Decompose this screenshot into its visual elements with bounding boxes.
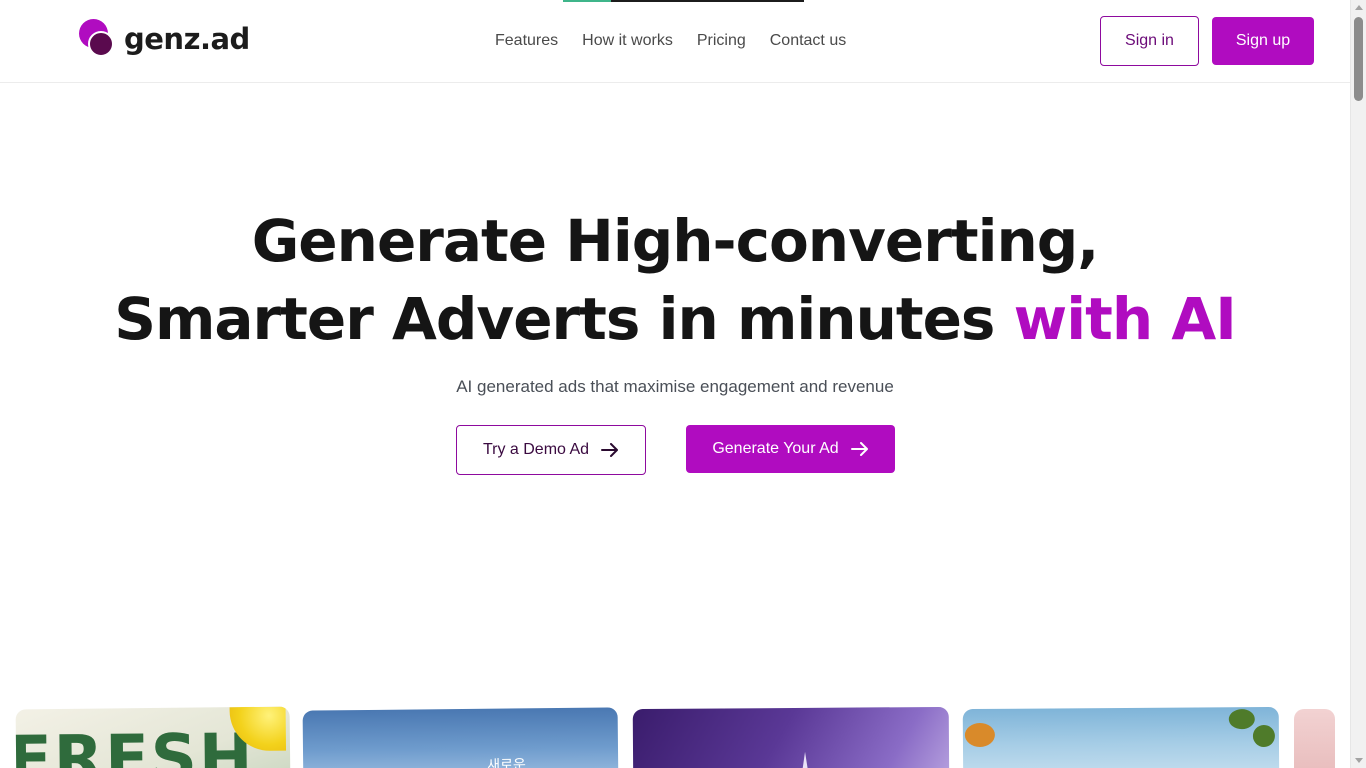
- hero-title-line1: Generate High-converting,: [251, 207, 1100, 275]
- arrow-right-icon: [850, 442, 868, 456]
- scroll-up-icon[interactable]: [1355, 5, 1363, 10]
- scrollbar-thumb[interactable]: [1354, 17, 1363, 101]
- green-foliage-image: [1252, 724, 1275, 748]
- generate-your-ad-button[interactable]: Generate Your Ad: [686, 425, 895, 473]
- sign-up-button[interactable]: Sign up: [1212, 17, 1314, 65]
- hero-title-line2: Smarter Adverts in minutes with AI: [0, 280, 1350, 358]
- light-beam-image: [799, 751, 812, 768]
- hero-title-line2-text: Smarter Adverts in minutes: [114, 285, 995, 353]
- site-header: genz.ad Features How it works Pricing Co…: [0, 0, 1350, 83]
- generate-your-ad-label: Generate Your Ad: [712, 440, 839, 457]
- hero-title: Generate High-converting, Smarter Advert…: [0, 202, 1350, 358]
- nav-item-contact-us[interactable]: Contact us: [770, 31, 846, 51]
- main-nav: Features How it works Pricing Contact us: [495, 31, 846, 51]
- brand-logo[interactable]: genz.ad: [79, 19, 250, 59]
- nav-item-pricing[interactable]: Pricing: [697, 31, 746, 51]
- hero-title-accent: with AI: [1013, 285, 1237, 353]
- green-foliage-image: [1228, 709, 1255, 730]
- showcase-card-birds[interactable]: [962, 706, 1280, 768]
- page-progress-bar: [563, 0, 804, 2]
- page-scrollbar[interactable]: [1350, 0, 1366, 768]
- orange-foliage-image: [964, 722, 995, 748]
- brand-name: genz.ad: [124, 22, 250, 56]
- showcase-card-sky[interactable]: 새로운: [302, 707, 619, 768]
- arrow-right-icon: [601, 443, 619, 457]
- nav-item-how-it-works[interactable]: How it works: [582, 31, 673, 51]
- try-demo-ad-button[interactable]: Try a Demo Ad: [456, 425, 646, 475]
- page: genz.ad Features How it works Pricing Co…: [0, 0, 1350, 768]
- genz-logo-icon: [79, 19, 115, 59]
- showcase-card-pink[interactable]: [1294, 709, 1335, 768]
- nav-item-features[interactable]: Features: [495, 31, 558, 51]
- page-progress-fill: [563, 0, 612, 2]
- sign-in-button[interactable]: Sign in: [1100, 16, 1199, 66]
- hero-subtitle: AI generated ads that maximise engagemen…: [456, 377, 894, 396]
- showcase-card-text: FRESH: [15, 720, 255, 768]
- showcase-card-lemon-drink[interactable]: FRESH: [15, 706, 291, 768]
- scroll-down-icon[interactable]: [1355, 758, 1363, 763]
- try-demo-ad-label: Try a Demo Ad: [482, 441, 590, 458]
- showcase-card-purple[interactable]: [632, 706, 950, 768]
- showcase-card-text: 새로운: [487, 757, 526, 768]
- ad-showcase-carousel: FRESH 새로운: [0, 700, 1350, 768]
